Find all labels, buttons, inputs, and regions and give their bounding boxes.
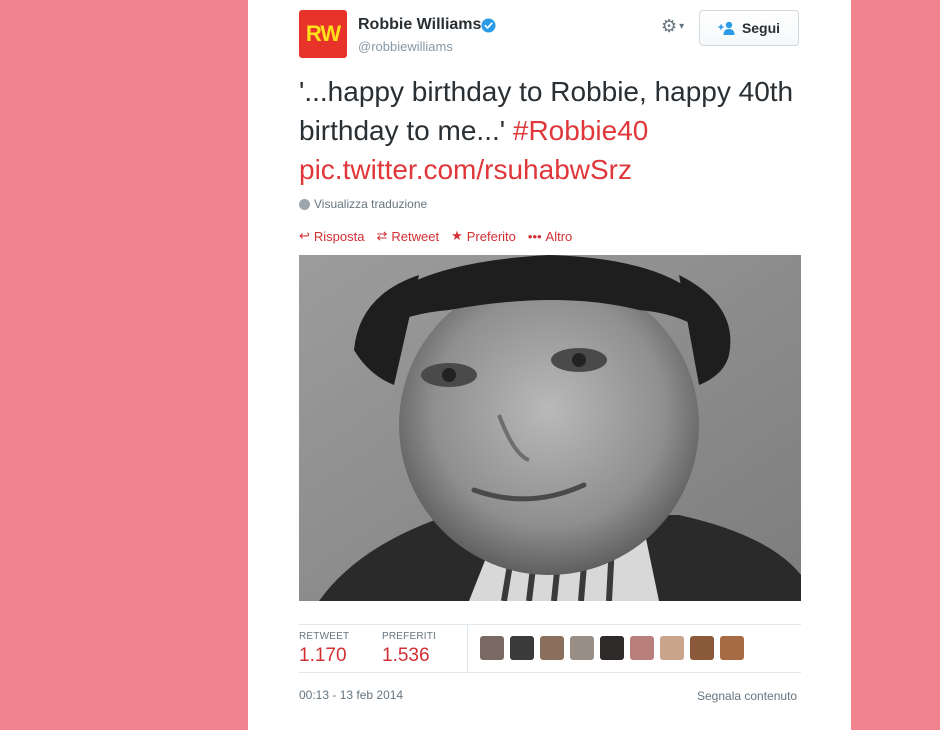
favoriter-avatar[interactable] <box>720 636 744 660</box>
tweet-actions: ↩ Risposta ⇄ Retweet ★ Preferito ••• Alt… <box>299 228 572 244</box>
follow-label: Segui <box>741 20 781 36</box>
stats-divider-vertical <box>467 624 468 672</box>
tweet-photo[interactable] <box>299 255 801 601</box>
chevron-down-icon: ▾ <box>679 21 685 32</box>
favorite-button[interactable]: ★ Preferito <box>451 228 516 244</box>
stats-divider-top <box>299 624 801 625</box>
hashtag-link[interactable]: #Robbie40 <box>513 115 648 146</box>
reply-label: Risposta <box>313 228 365 244</box>
retweet-label: Retweet <box>391 228 440 244</box>
user-handle[interactable]: @robbiewilliams <box>358 39 453 54</box>
stats-divider-bottom <box>299 672 801 673</box>
favoriter-avatar[interactable] <box>540 636 564 660</box>
child-portrait-image <box>299 255 801 601</box>
tweet-card: RW Robbie Williams @robbiewilliams ⚙ ▾ S… <box>248 0 851 730</box>
retweet-count-value: 1.170 <box>299 645 347 666</box>
favoriter-avatar[interactable] <box>510 636 534 660</box>
favoriter-avatar[interactable] <box>690 636 714 660</box>
tweet-text: '...happy birthday to Robbie, happy 40th… <box>299 72 799 189</box>
star-icon: ★ <box>451 228 463 243</box>
favorite-count-label: PREFERITI <box>382 631 437 642</box>
tweet-timestamp[interactable]: 00:13 - 13 feb 2014 <box>299 688 403 702</box>
avatar-logo-text: RW <box>305 21 341 46</box>
verified-icon <box>481 18 496 33</box>
retweet-count-label: RETWEET <box>299 631 350 642</box>
media-link[interactable]: pic.twitter.com/rsuhabwSrz <box>299 154 632 185</box>
add-user-icon <box>718 21 735 35</box>
reply-button[interactable]: ↩ Risposta <box>299 228 364 244</box>
favorite-count-value: 1.536 <box>382 645 430 666</box>
translate-link[interactable]: Visualizza traduzione <box>299 197 427 211</box>
favoriter-avatars <box>480 636 744 660</box>
gear-icon: ⚙ <box>661 16 678 36</box>
favoriter-avatar[interactable] <box>660 636 684 660</box>
more-label: Altro <box>545 228 573 244</box>
settings-menu[interactable]: ⚙ ▾ <box>661 16 684 37</box>
follow-button[interactable]: Segui <box>699 10 799 46</box>
retweet-button[interactable]: ⇄ Retweet <box>376 228 439 244</box>
favoriter-avatar[interactable] <box>570 636 594 660</box>
more-icon: ••• <box>527 228 542 244</box>
translate-label: Visualizza traduzione <box>314 197 428 211</box>
retweet-icon: ⇄ <box>376 228 388 243</box>
more-button[interactable]: ••• Altro <box>528 228 572 244</box>
favoriter-avatar[interactable] <box>600 636 624 660</box>
favorite-label: Preferito <box>466 228 516 244</box>
user-name[interactable]: Robbie Williams <box>358 16 481 34</box>
retweet-count[interactable]: RETWEET 1.170 <box>299 631 349 667</box>
report-link[interactable]: Segnala contenuto <box>697 689 797 703</box>
favoriter-avatar[interactable] <box>630 636 654 660</box>
reply-icon: ↩ <box>299 228 310 243</box>
favoriter-avatar[interactable] <box>480 636 504 660</box>
favorite-count[interactable]: PREFERITI 1.536 <box>382 631 436 667</box>
avatar[interactable]: RW <box>299 10 347 58</box>
globe-icon <box>299 198 310 210</box>
